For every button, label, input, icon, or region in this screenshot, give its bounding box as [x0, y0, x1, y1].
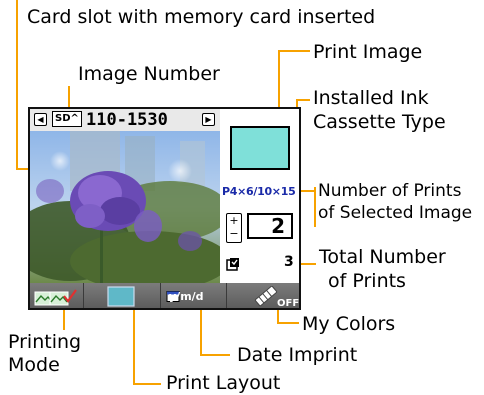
callout-print-layout: Print Layout: [166, 372, 281, 394]
total-prints-icon: [226, 258, 239, 271]
callout-printing-mode-1: Printing: [8, 331, 82, 353]
leader-date-h: [200, 354, 230, 356]
callout-my-colors: My Colors: [302, 313, 396, 335]
total-prints-value: 3: [284, 254, 294, 270]
callout-num-prints-1: Number of Prints: [318, 181, 462, 201]
bottom-separator: [160, 283, 161, 308]
leader-ink-h: [296, 99, 310, 101]
bottom-separator: [83, 283, 84, 308]
leader-my-colors-h: [277, 322, 299, 324]
lcd-right-panel: P4×6/10×15 + − 2 3: [220, 109, 299, 283]
photo-preview: [30, 131, 220, 283]
callout-ink-type-1: Installed Ink: [313, 87, 429, 109]
bottom-separator: [226, 283, 227, 308]
prev-arrow-icon: ◀: [34, 113, 47, 126]
callout-print-image: Print Image: [313, 41, 423, 63]
printing-mode-icon: [34, 289, 77, 306]
callout-date-imprint: Date Imprint: [237, 344, 358, 366]
my-colors-state: OFF: [277, 298, 300, 309]
callout-card-slot: Card slot with memory card inserted: [27, 6, 376, 28]
date-format-label: y/m/d: [169, 290, 204, 303]
leader-layout-h: [133, 383, 161, 385]
leader-num-prints-v: [314, 187, 316, 227]
next-arrow-icon: ▶: [202, 113, 215, 126]
leader-print-image-v: [278, 50, 280, 112]
callout-image-number: Image Number: [78, 63, 220, 85]
my-colors-icon: [254, 286, 278, 307]
plus-minus-icon: + −: [226, 213, 242, 243]
lcd-screen: ◀ SD^ 110-1530 ▶ P4×6/10×15 + − 2 3 y/m/…: [28, 107, 301, 310]
leader-date-v: [200, 306, 202, 356]
callout-ink-type-2: Cassette Type: [313, 111, 446, 133]
callout-printing-mode-2: Mode: [8, 354, 60, 376]
sd-card-icon: SD^: [52, 111, 82, 127]
leader-print-image-h: [278, 50, 310, 52]
leader-layout-v: [133, 306, 135, 385]
lcd-bottom-bar: [30, 283, 299, 308]
ink-cassette-type: P4×6/10×15: [222, 185, 296, 198]
leader-card-slot-v: [16, 0, 18, 170]
lcd-top-bar: ◀ SD^ 110-1530 ▶: [30, 109, 220, 132]
callout-total-1: Total Number: [319, 246, 446, 268]
print-layout-icon: [107, 286, 135, 307]
image-number-value: 110-1530: [86, 110, 168, 130]
print-count-value: 2: [247, 213, 293, 239]
callout-total-2: of Prints: [328, 270, 406, 292]
print-image-preview: [230, 126, 290, 170]
leader-num-prints: [301, 190, 315, 192]
callout-num-prints-2: of Selected Image: [318, 203, 473, 223]
